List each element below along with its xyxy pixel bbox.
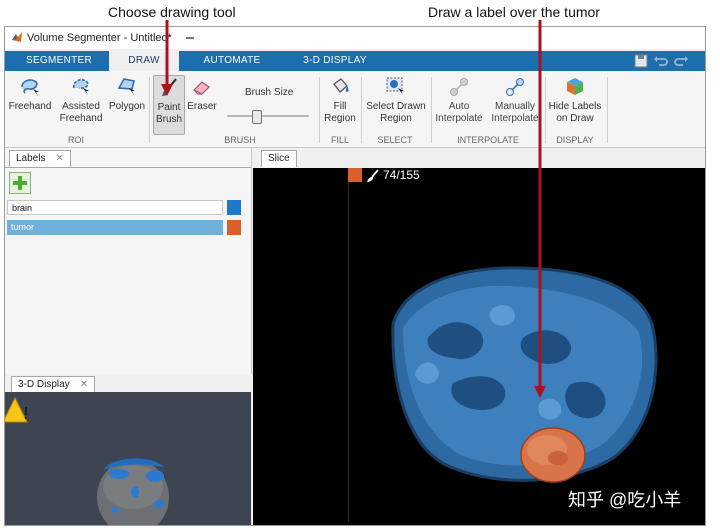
arrow-head-icon	[534, 386, 546, 398]
arrow-head-icon	[161, 84, 173, 96]
watermark: 知乎 @吃小羊	[568, 490, 682, 510]
annotation-arrows	[161, 20, 546, 398]
